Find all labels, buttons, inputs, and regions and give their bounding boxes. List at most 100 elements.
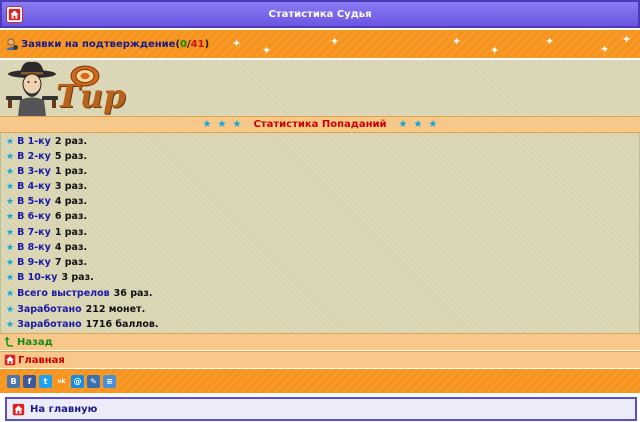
star-icon: ★ [6,319,15,330]
star-icon: ★ [6,304,15,315]
stat-value: 2 раз. [54,136,88,147]
list-item: ★ В 10-ку 3 раз. [6,270,94,285]
list-item: ★ В 7-ку 1 раз. [6,225,87,240]
twitter-icon[interactable]: t [39,374,52,388]
stat-value: 5 раз. [54,151,88,162]
star-icon: ★ [6,257,15,268]
pending-requests-link[interactable]: Заявки на подтверждение(0/41) [21,39,209,50]
stat-value: 212 монет. [85,304,146,315]
list-item: ★ В 4-ку 3 раз. [6,179,87,194]
list-item: ★ В 9-ку 7 раз. [6,255,87,270]
stat-label: В 3-ку [17,166,51,177]
home-icon-button[interactable] [6,6,23,23]
sparkle-decoration: ✦ [232,37,242,50]
sparkle-decoration: ✦ [330,35,340,48]
stat-label: Заработано [17,319,82,330]
star-icon: ★ [6,288,15,299]
sparkle-decoration: ✦ [262,44,272,57]
stat-value: 3 раз. [61,272,94,283]
main-link[interactable]: Главная [0,351,640,368]
star-icon: ★ [232,119,242,130]
star-icon: ★ [428,119,438,130]
star-icon: ★ [6,196,15,207]
user-icon [6,38,18,50]
stat-value: 1 раз. [54,227,88,238]
social-share-bar: В f t ok @ ✎ ≡ [0,369,640,393]
sparkle-decoration: ✦ [600,43,610,56]
page-header: Статистика Судья [0,0,640,28]
list-item: ★ В 5-ку 4 раз. [6,194,87,209]
section-title: Статистика Попаданий [253,119,387,130]
stat-value: 4 раз. [54,242,88,253]
cowboy-illustration [6,61,58,116]
sparkle-decoration: ✦ [490,44,500,57]
list-item: ★ В 8-ку 4 раз. [6,240,87,255]
stat-value: 1 раз. [54,166,88,177]
stat-value: 4 раз. [54,196,88,207]
star-icon: ★ [398,119,408,130]
list-item: ★ Заработано 1716 баллов. [6,317,158,332]
sparkle-decoration: ✦ [622,33,632,46]
range-logo: Тир [56,77,126,115]
star-icon: ★ [6,136,15,147]
shooting-range-banner: Тир [0,60,640,116]
list-item: ★ Всего выстрелов 36 раз. [6,286,153,301]
stat-label: В 8-ку [17,242,51,253]
stat-label: В 6-ку [17,211,51,222]
stat-value: 36 раз. [113,288,153,299]
star-icon: ★ [6,181,15,192]
go-home-label: На главную [30,403,98,415]
stat-value: 3 раз. [54,181,88,192]
stat-value: 1716 баллов. [85,319,159,330]
home-icon [12,403,25,415]
sparkle-decoration: ✦ [545,35,555,48]
list-item: ★ В 1-ку 2 раз. [6,134,87,149]
star-icon: ★ [6,227,15,238]
list-item: ★ В 6-ку 6 раз. [6,209,87,224]
total-count: 41 [190,38,205,50]
odnoklassniki-icon[interactable]: ok [55,374,68,388]
list-item: ★ В 3-ку 1 раз. [6,164,87,179]
stat-value: 7 раз. [54,257,88,268]
list-item: ★ В 2-ку 5 раз. [6,149,87,164]
stat-label: Заработано [17,304,82,315]
livejournal-icon[interactable]: ✎ [87,374,100,388]
main-label: Главная [18,354,65,366]
back-label: Назад [17,336,53,348]
home-icon [8,8,21,21]
pending-requests-label: Заявки на подтверждение [21,38,176,50]
stat-label: В 2-ку [17,151,51,162]
sparkle-decoration: ✦ [452,35,462,48]
star-icon: ★ [217,119,227,130]
star-icon: ★ [6,166,15,177]
stat-value: 6 раз. [54,211,88,222]
facebook-icon[interactable]: f [23,374,36,388]
page-title: Статистика Судья [268,8,372,20]
stat-label: В 10-ку [17,272,58,283]
stat-label: В 5-ку [17,196,51,207]
stat-label: В 1-ку [17,136,51,147]
pending-requests-bar[interactable]: Заявки на подтверждение(0/41) ✦ ✦ ✦ ✦ ✦ … [0,30,640,58]
section-title-bar: ★ ★ ★ Статистика Попаданий ★ ★ ★ [0,116,640,133]
accepted-count: 0 [180,38,187,50]
list-item: ★ Заработано 212 монет. [6,302,145,317]
star-icon: ★ [6,211,15,222]
mail-icon[interactable]: @ [71,374,84,388]
star-icon: ★ [413,119,423,130]
paren-close: ) [204,38,210,50]
hit-stats-list: ★ В 1-ку 2 раз. ★ В 2-ку 5 раз. ★ В 3-ку… [0,133,640,333]
stat-label: В 7-ку [17,227,51,238]
back-link[interactable]: Назад [0,333,640,350]
go-home-button[interactable]: На главную [5,397,637,421]
home-icon [4,354,16,366]
star-icon: ★ [6,151,15,162]
stat-label: В 9-ку [17,257,51,268]
stat-label: Всего выстрелов [17,288,110,299]
star-icon: ★ [202,119,212,130]
star-icon: ★ [6,272,15,283]
star-icon: ★ [6,242,15,253]
back-arrow-icon [4,336,13,347]
vkontakte-icon[interactable]: В [7,374,20,388]
stat-label: В 4-ку [17,181,51,192]
share-icon[interactable]: ≡ [103,374,116,388]
